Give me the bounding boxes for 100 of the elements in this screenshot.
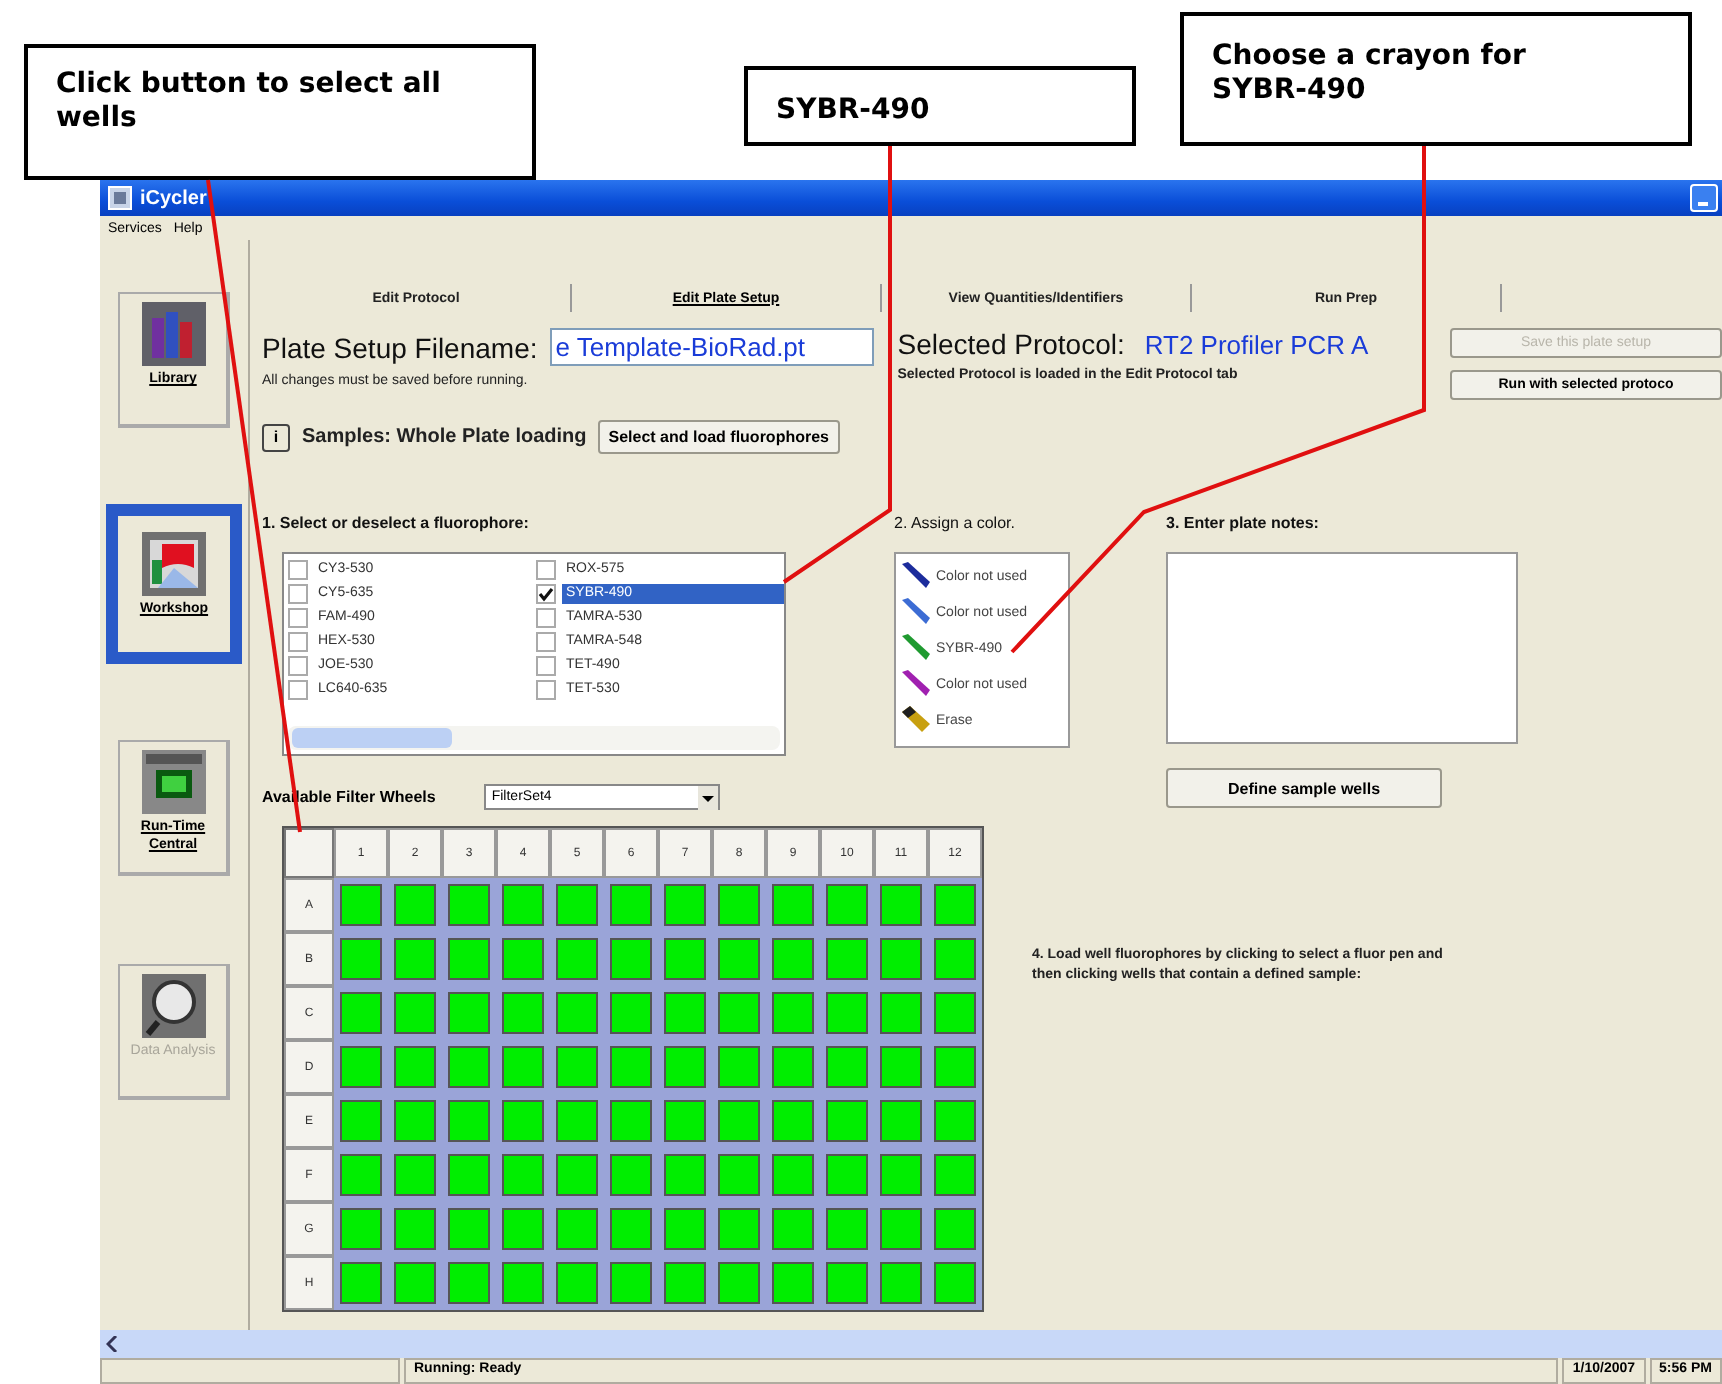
well[interactable] bbox=[556, 938, 598, 980]
crayon-icon[interactable] bbox=[900, 562, 932, 590]
well[interactable] bbox=[502, 1208, 544, 1250]
well[interactable] bbox=[772, 992, 814, 1034]
crayon-icon[interactable] bbox=[900, 598, 932, 626]
well[interactable] bbox=[502, 938, 544, 980]
checkbox[interactable] bbox=[288, 656, 308, 676]
checkbox[interactable] bbox=[288, 632, 308, 652]
well[interactable] bbox=[772, 1262, 814, 1304]
well[interactable] bbox=[340, 1154, 382, 1196]
well[interactable] bbox=[448, 884, 490, 926]
well[interactable] bbox=[772, 1046, 814, 1088]
well[interactable] bbox=[880, 884, 922, 926]
well[interactable] bbox=[934, 1154, 976, 1196]
well[interactable] bbox=[556, 1208, 598, 1250]
well[interactable] bbox=[448, 938, 490, 980]
well[interactable] bbox=[448, 1100, 490, 1142]
well[interactable] bbox=[340, 992, 382, 1034]
well[interactable] bbox=[772, 938, 814, 980]
well[interactable] bbox=[394, 992, 436, 1034]
well[interactable] bbox=[934, 1262, 976, 1304]
checkbox[interactable] bbox=[288, 608, 308, 628]
well[interactable] bbox=[340, 938, 382, 980]
minimize-button[interactable] bbox=[1690, 184, 1718, 212]
well[interactable] bbox=[826, 1100, 868, 1142]
well[interactable] bbox=[610, 1046, 652, 1088]
well[interactable] bbox=[394, 1262, 436, 1304]
well[interactable] bbox=[610, 1208, 652, 1250]
well[interactable] bbox=[826, 884, 868, 926]
scrollbar[interactable] bbox=[288, 726, 780, 750]
well[interactable] bbox=[610, 884, 652, 926]
well[interactable] bbox=[502, 992, 544, 1034]
well[interactable] bbox=[502, 1100, 544, 1142]
well[interactable] bbox=[664, 1046, 706, 1088]
well[interactable] bbox=[502, 1154, 544, 1196]
well[interactable] bbox=[556, 1100, 598, 1142]
well[interactable] bbox=[934, 992, 976, 1034]
well[interactable] bbox=[772, 1100, 814, 1142]
well[interactable] bbox=[718, 992, 760, 1034]
well[interactable] bbox=[502, 1046, 544, 1088]
well[interactable] bbox=[394, 938, 436, 980]
well[interactable] bbox=[394, 1046, 436, 1088]
checkbox[interactable] bbox=[536, 632, 556, 652]
well[interactable] bbox=[934, 1100, 976, 1142]
scroll-left-icon[interactable] bbox=[106, 1336, 118, 1352]
well[interactable] bbox=[664, 1208, 706, 1250]
well[interactable] bbox=[448, 1154, 490, 1196]
well[interactable] bbox=[448, 1262, 490, 1304]
well[interactable] bbox=[826, 992, 868, 1034]
well[interactable] bbox=[448, 992, 490, 1034]
notes-field[interactable] bbox=[1166, 552, 1518, 744]
define-wells-button[interactable]: Define sample wells bbox=[1166, 768, 1442, 808]
well[interactable] bbox=[772, 1154, 814, 1196]
well[interactable] bbox=[826, 1046, 868, 1088]
well[interactable] bbox=[340, 1046, 382, 1088]
well[interactable] bbox=[880, 1100, 922, 1142]
well[interactable] bbox=[610, 938, 652, 980]
well[interactable] bbox=[556, 1154, 598, 1196]
well[interactable] bbox=[556, 884, 598, 926]
well[interactable] bbox=[448, 1046, 490, 1088]
well[interactable] bbox=[826, 938, 868, 980]
well[interactable] bbox=[880, 1262, 922, 1304]
well[interactable] bbox=[934, 938, 976, 980]
well[interactable] bbox=[610, 1100, 652, 1142]
checkbox[interactable] bbox=[536, 584, 556, 604]
well[interactable] bbox=[880, 1208, 922, 1250]
well[interactable] bbox=[934, 1208, 976, 1250]
well[interactable] bbox=[664, 884, 706, 926]
well[interactable] bbox=[880, 938, 922, 980]
well[interactable] bbox=[934, 1046, 976, 1088]
well[interactable] bbox=[340, 884, 382, 926]
checkbox[interactable] bbox=[536, 680, 556, 700]
checkbox[interactable] bbox=[288, 584, 308, 604]
well[interactable] bbox=[718, 1262, 760, 1304]
well[interactable] bbox=[394, 1208, 436, 1250]
well[interactable] bbox=[610, 1262, 652, 1304]
scrollbar[interactable] bbox=[100, 1330, 1722, 1358]
checkbox[interactable] bbox=[536, 656, 556, 676]
well[interactable] bbox=[664, 938, 706, 980]
eraser-icon[interactable] bbox=[900, 706, 932, 734]
checkbox[interactable] bbox=[288, 560, 308, 580]
well[interactable] bbox=[826, 1208, 868, 1250]
crayon-icon[interactable] bbox=[900, 670, 932, 698]
well[interactable] bbox=[826, 1262, 868, 1304]
well[interactable] bbox=[556, 992, 598, 1034]
well[interactable] bbox=[340, 1262, 382, 1304]
well[interactable] bbox=[610, 1154, 652, 1196]
well[interactable] bbox=[718, 1154, 760, 1196]
well[interactable] bbox=[880, 1154, 922, 1196]
well[interactable] bbox=[718, 1046, 760, 1088]
well[interactable] bbox=[664, 1154, 706, 1196]
well[interactable] bbox=[610, 992, 652, 1034]
well[interactable] bbox=[772, 884, 814, 926]
well[interactable] bbox=[394, 1154, 436, 1196]
well[interactable] bbox=[448, 1208, 490, 1250]
well[interactable] bbox=[718, 1208, 760, 1250]
well[interactable] bbox=[502, 1262, 544, 1304]
well[interactable] bbox=[394, 884, 436, 926]
checkbox[interactable] bbox=[536, 608, 556, 628]
well[interactable] bbox=[340, 1208, 382, 1250]
